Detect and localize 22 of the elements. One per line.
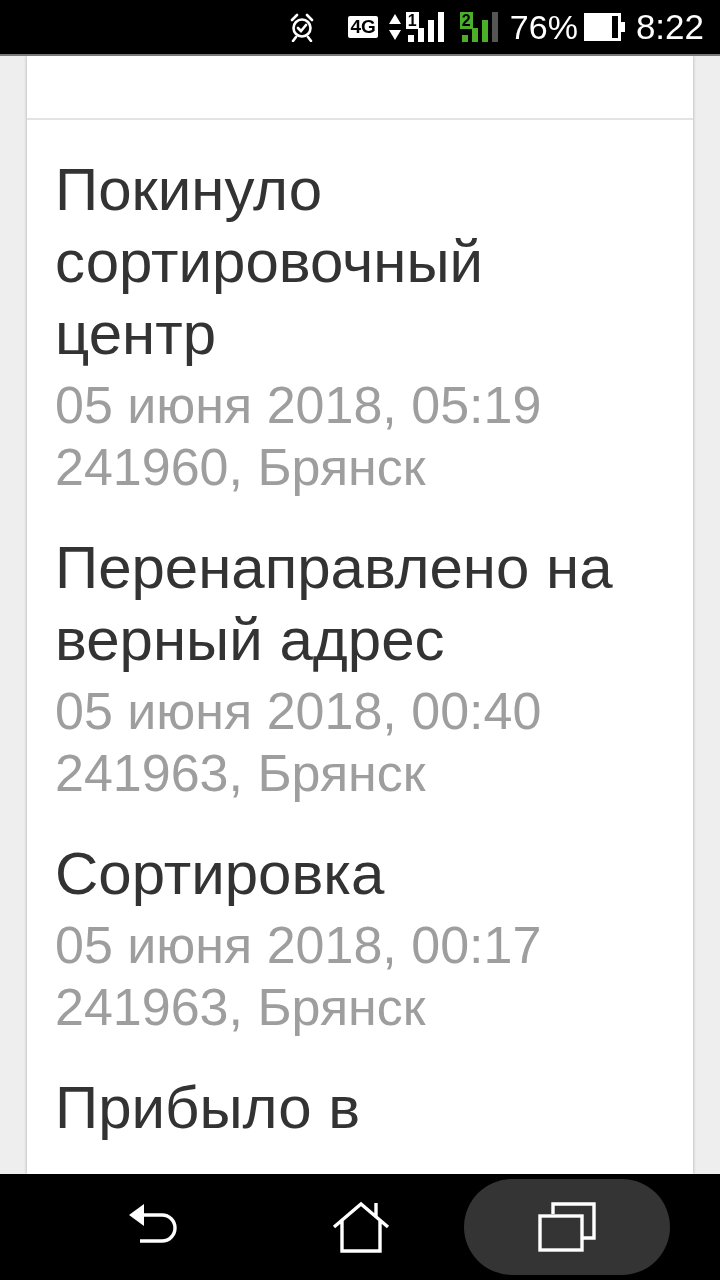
- event-status: Прибыло в: [55, 1073, 362, 1143]
- event-location: 241963, Брянск: [55, 977, 427, 1038]
- event-date: 05 июня 2018, 00:40: [55, 681, 543, 742]
- event-date: 05 июня 2018, 00:17: [55, 915, 543, 976]
- home-icon: [332, 1201, 390, 1253]
- recent-apps-icon: [538, 1202, 596, 1252]
- event-location: 241963, Брянск: [55, 743, 427, 804]
- alarm-clock-icon: [290, 12, 315, 42]
- signal-strength-icon: [459, 12, 498, 42]
- event-status: Перенаправлено на верный адрес: [55, 533, 614, 675]
- event-status: Покинуло сортировочный центр: [55, 155, 485, 369]
- event-status: Сортировка: [55, 839, 386, 909]
- network-type-indicator: 4G: [348, 16, 378, 38]
- sim-slot-indicator: 2: [459, 12, 473, 29]
- event-location: 241960, Брянск: [55, 437, 427, 498]
- signal-strength-icon: [405, 12, 444, 42]
- battery-percentage: 76%: [509, 7, 578, 47]
- battery-icon: [583, 13, 626, 41]
- clock-time: 8:22: [635, 7, 704, 47]
- sim-slot-indicator: 1: [405, 12, 419, 29]
- data-arrows-icon: [387, 13, 402, 41]
- event-date: 05 июня 2018, 05:19: [55, 375, 543, 436]
